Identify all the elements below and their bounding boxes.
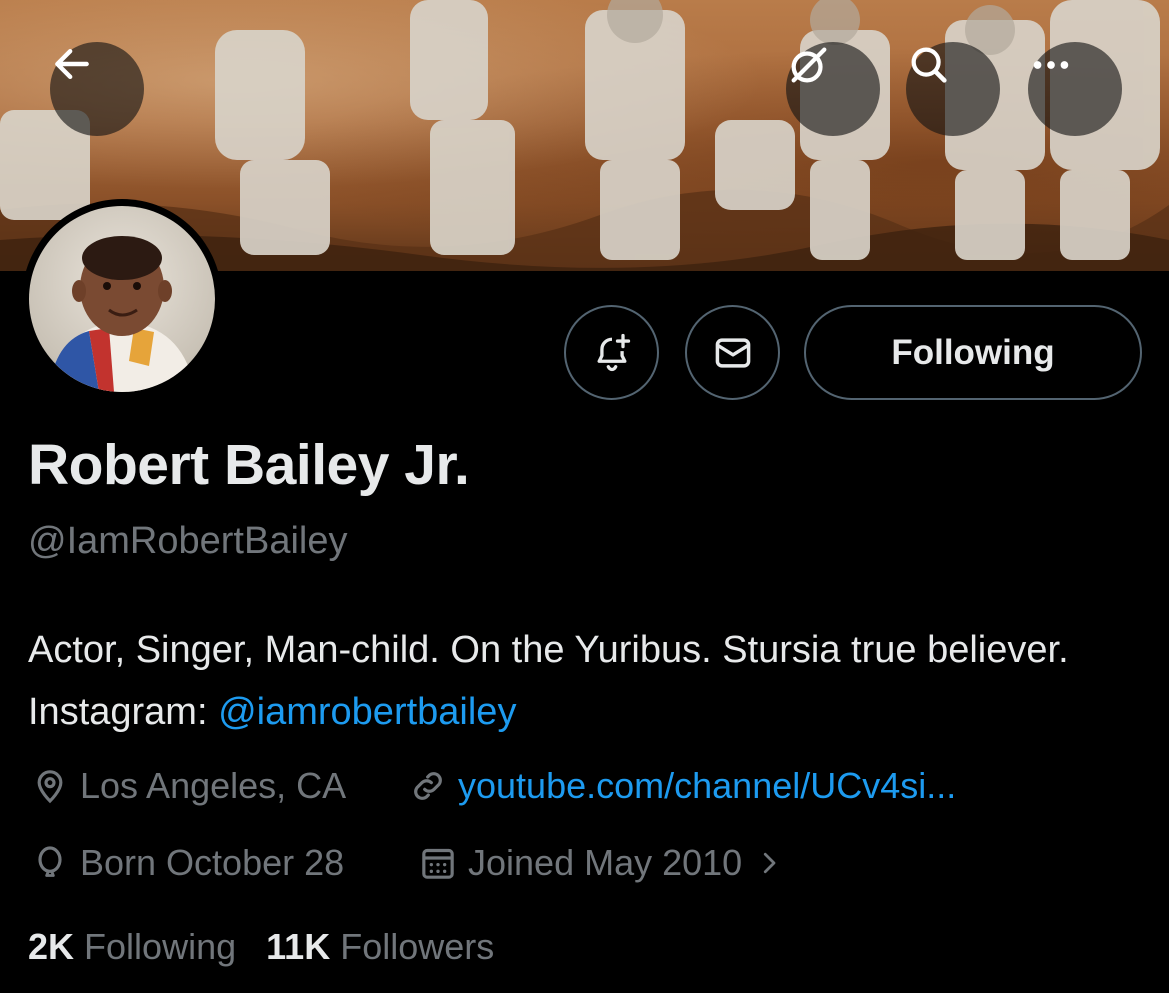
following-button[interactable]: Following [804, 305, 1142, 400]
website-item[interactable]: youtube.com/channel/UCv4si... [408, 765, 956, 807]
website-link[interactable]: youtube.com/channel/UCv4si... [458, 765, 956, 807]
profile-bio: Actor, Singer, Man-child. On the Yuribus… [28, 619, 1138, 743]
envelope-icon [715, 337, 750, 368]
birthday-item: Born October 28 [30, 842, 344, 884]
avatar-photo [29, 206, 215, 392]
more-dots-icon [1033, 61, 1069, 69]
balloon-icon [38, 846, 62, 877]
followers-label: Followers [340, 926, 495, 967]
search-button[interactable] [906, 42, 1000, 136]
followers-count: 11K [266, 926, 331, 967]
following-stat[interactable]: 2K Following [28, 926, 236, 967]
calendar-icon [422, 848, 454, 879]
search-icon [911, 47, 947, 83]
link-icon [414, 772, 442, 800]
bell-plus-icon [597, 333, 630, 371]
arrow-left-icon [55, 48, 89, 80]
notify-button[interactable] [564, 305, 659, 400]
chevron-right-icon [764, 852, 776, 874]
location-text: Los Angeles, CA [80, 765, 347, 806]
profile-handle: @IamRobertBailey [28, 520, 348, 562]
joined-text: Joined May 2010 [468, 842, 743, 883]
profile-stats: 2K Following 11K Followers [28, 926, 494, 968]
bio-instagram-link[interactable]: @iamrobertbailey [218, 691, 516, 733]
profile-name: Robert Bailey Jr. [28, 433, 470, 497]
birthday-text: Born October 28 [80, 842, 345, 883]
following-label: Following [84, 926, 237, 967]
back-button[interactable] [50, 42, 144, 136]
followers-stat[interactable]: 11K Followers [266, 926, 494, 967]
location-pin-icon [37, 770, 63, 804]
following-button-label: Following [891, 332, 1055, 372]
location-item: Los Angeles, CA [30, 765, 346, 807]
grok-slash-circle-icon [791, 47, 827, 83]
more-button[interactable] [1028, 42, 1122, 136]
joined-item[interactable]: Joined May 2010 [418, 842, 784, 884]
message-button[interactable] [685, 305, 780, 400]
following-count: 2K [28, 926, 75, 967]
grok-button[interactable] [786, 42, 880, 136]
bio-text: Actor, Singer, Man-child. On the Yuribus… [28, 629, 1069, 733]
profile-avatar[interactable] [22, 199, 222, 399]
